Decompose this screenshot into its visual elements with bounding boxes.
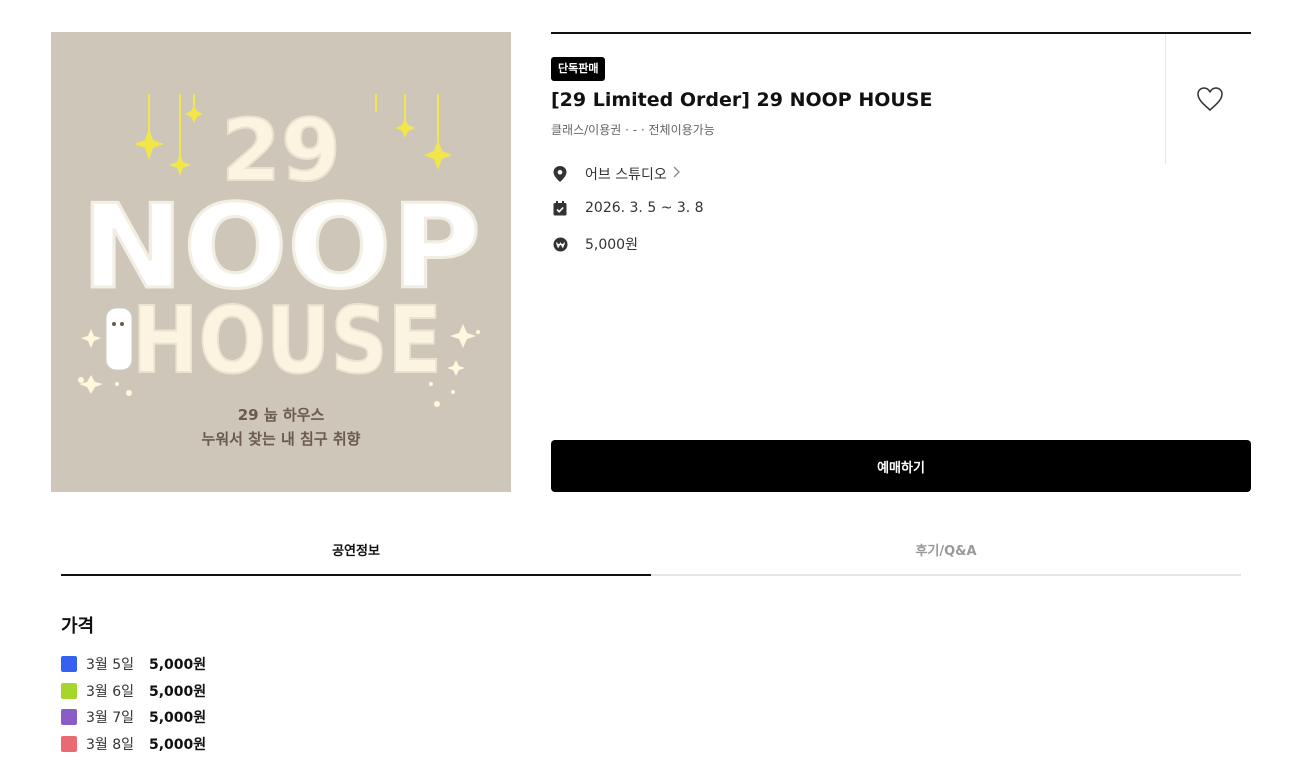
price-value: 5,000원 <box>149 736 207 753</box>
price-row: 3월 7일 5,000원 <box>61 704 206 731</box>
price-date: 3월 5일 <box>86 657 135 674</box>
price-row: 3월 8일 5,000원 <box>61 731 206 758</box>
pricing-section-title: 가격 <box>61 616 95 637</box>
date-color-swatch <box>61 735 77 752</box>
poster-line3: HOUSE <box>132 287 442 394</box>
poster-artwork: 29 NOOP HOUSE 29 눕 하우스 누워서 찾는 내 침구 취향 <box>51 32 511 492</box>
product-info-panel: 단독판매 [29 Limited Order] 29 NOOP HOUSE 클래… <box>551 32 1251 492</box>
price-date: 3월 6일 <box>86 683 135 700</box>
buy-ticket-button[interactable]: 예매하기 <box>551 440 1251 492</box>
chevron-right-icon <box>673 166 680 182</box>
date-color-swatch <box>61 682 77 699</box>
poster-caption1: 29 눕 하우스 <box>238 406 325 424</box>
event-price: 5,000원 <box>551 234 638 254</box>
product-subtitle: 클래스/이용권 · - · 전체이용가능 <box>551 123 715 137</box>
price-row: 3월 5일 5,000원 <box>61 651 206 678</box>
price-value: 5,000원 <box>149 657 207 674</box>
tab-reviews-qna[interactable]: 후기/Q&A <box>651 534 1241 574</box>
product-poster: 29 NOOP HOUSE 29 눕 하우스 누워서 찾는 내 침구 취향 <box>51 32 511 492</box>
heart-icon[interactable] <box>1196 86 1224 112</box>
exclusive-badge: 단독판매 <box>551 57 606 81</box>
ghost-figure <box>105 307 133 371</box>
poster-caption2: 누워서 찾는 내 침구 취향 <box>202 430 361 448</box>
price-date: 3월 7일 <box>86 710 135 727</box>
price-row: 3월 6일 5,000원 <box>61 678 206 705</box>
event-dates: 2026. 3. 5 ~ 3. 8 <box>551 199 704 217</box>
product-header: 단독판매 [29 Limited Order] 29 NOOP HOUSE 클래… <box>551 34 1166 164</box>
content-tabs: 공연정보 후기/Q&A <box>61 534 1241 576</box>
date-color-swatch <box>61 709 77 726</box>
date-color-swatch <box>61 656 77 673</box>
venue-link[interactable]: 어브 스튜디오 <box>551 164 680 184</box>
product-title: [29 Limited Order] 29 NOOP HOUSE <box>551 89 933 111</box>
tab-performance-info[interactable]: 공연정보 <box>61 534 651 576</box>
price-value: 5,000원 <box>149 710 207 727</box>
location-pin-icon <box>551 165 569 183</box>
price-date: 3월 8일 <box>86 736 135 753</box>
won-coin-icon <box>551 235 569 253</box>
price-list: 3월 5일 5,000원 3월 6일 5,000원 3월 7일 5,000원 3… <box>61 651 206 757</box>
venue-name: 어브 스튜디오 <box>585 167 667 183</box>
event-dates-text: 2026. 3. 5 ~ 3. 8 <box>585 200 704 216</box>
calendar-check-icon <box>551 199 569 217</box>
price-value: 5,000원 <box>149 683 207 700</box>
event-price-text: 5,000원 <box>585 237 638 253</box>
